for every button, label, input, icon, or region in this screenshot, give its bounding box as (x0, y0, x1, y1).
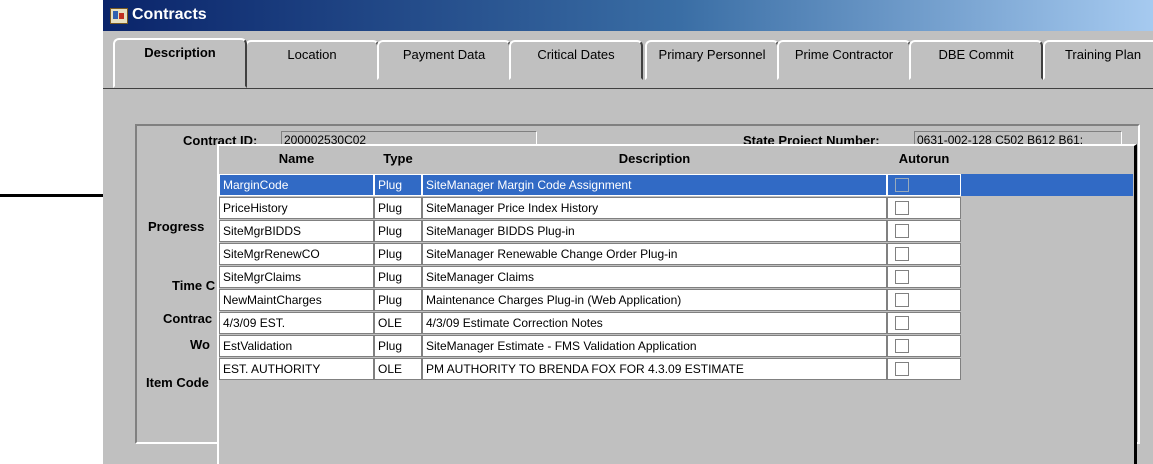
plugin-row[interactable]: SiteMgrBIDDS Plug SiteManager BIDDS Plug-i… (219, 220, 961, 242)
tab-label: Critical Dates (537, 47, 615, 62)
tab-label: DBE Commit (938, 47, 1014, 62)
time-label: Time C (172, 278, 216, 293)
window-title: Contracts (132, 6, 207, 23)
plugin-row[interactable]: SiteMgrRenewCO Plug SiteManager Renewable … (219, 243, 961, 265)
autorun-cell (887, 220, 961, 242)
description-cell[interactable]: SiteManager Margin Code Assignment (422, 174, 887, 196)
tab-divider (103, 88, 1153, 89)
autorun-cell (887, 289, 961, 311)
autorun-checkbox[interactable] (895, 293, 909, 307)
autorun-cell (887, 174, 961, 196)
type-cell[interactable]: OLE (374, 312, 422, 334)
tab-location[interactable]: Location (245, 40, 379, 80)
tab-label: Prime Contractor (794, 47, 894, 62)
progress-label: Progress (148, 219, 205, 234)
tab-prime-contractor[interactable]: Prime Contractor (777, 40, 911, 80)
name-cell[interactable]: EST. AUTHORITY (219, 358, 374, 380)
autorun-cell (887, 243, 961, 265)
description-cell[interactable]: PM AUTHORITY TO BRENDA FOX FOR 4.3.09 ES… (422, 358, 887, 380)
autorun-checkbox[interactable] (895, 224, 909, 238)
description-cell[interactable]: SiteManager Estimate - FMS Validation Ap… (422, 335, 887, 357)
tab-training-plan[interactable]: Training Plan (1043, 40, 1153, 80)
name-cell[interactable]: SiteMgrBIDDS (219, 220, 374, 242)
name-cell[interactable]: SiteMgrRenewCO (219, 243, 374, 265)
autorun-checkbox[interactable] (895, 316, 909, 330)
column-header-description[interactable]: Description (422, 148, 887, 170)
autorun-cell (887, 312, 961, 334)
autorun-checkbox[interactable] (895, 201, 909, 215)
type-cell[interactable]: Plug (374, 220, 422, 242)
autorun-checkbox[interactable] (895, 339, 909, 353)
name-cell[interactable]: EstValidation (219, 335, 374, 357)
description-cell[interactable]: Maintenance Charges Plug-in (Web Applica… (422, 289, 887, 311)
autorun-checkbox[interactable] (895, 362, 909, 376)
name-cell[interactable]: PriceHistory (219, 197, 374, 219)
type-cell[interactable]: OLE (374, 358, 422, 380)
name-cell[interactable]: SiteMgrClaims (219, 266, 374, 288)
autorun-cell (887, 358, 961, 380)
name-cell[interactable]: NewMaintCharges (219, 289, 374, 311)
type-cell[interactable]: Plug (374, 197, 422, 219)
type-cell[interactable]: Plug (374, 289, 422, 311)
selection-highlight (961, 174, 1133, 196)
autorun-cell (887, 335, 961, 357)
tab-primary-personnel[interactable]: Primary Personnel (645, 40, 779, 80)
plugin-row[interactable]: EST. AUTHORITY OLE PM AUTHORITY TO BRENDA … (219, 358, 961, 380)
description-cell[interactable]: SiteManager Renewable Change Order Plug-… (422, 243, 887, 265)
type-cell[interactable]: Plug (374, 335, 422, 357)
contracts-app-icon (110, 8, 128, 24)
description-cell[interactable]: SiteManager Claims (422, 266, 887, 288)
tab-dbe-commit[interactable]: DBE Commit (909, 40, 1043, 80)
description-cell[interactable]: SiteManager Price Index History (422, 197, 887, 219)
tab-payment-data[interactable]: Payment Data (377, 40, 511, 80)
column-header-name[interactable]: Name (219, 148, 374, 170)
description-cell[interactable]: SiteManager BIDDS Plug-in (422, 220, 887, 242)
type-cell[interactable]: Plug (374, 174, 422, 196)
column-header-autorun[interactable]: Autorun (887, 148, 961, 170)
tab-strip: Description Location Payment Data Critic… (103, 31, 1153, 88)
autorun-cell (887, 266, 961, 288)
tab-label: Payment Data (402, 47, 486, 62)
autorun-checkbox[interactable] (895, 270, 909, 284)
plugin-row[interactable]: MarginCode Plug SiteManager Margin Code As… (219, 174, 961, 196)
name-cell[interactable]: 4/3/09 EST. (219, 312, 374, 334)
plugin-row[interactable]: PriceHistory Plug SiteManager Price Index … (219, 197, 961, 219)
tab-label: Primary Personnel (658, 47, 766, 62)
tab-label: Location (287, 47, 337, 62)
autorun-checkbox[interactable] (895, 178, 909, 192)
tab-critical-dates[interactable]: Critical Dates (509, 40, 643, 80)
autorun-cell (887, 197, 961, 219)
tab-description[interactable]: Description (113, 38, 247, 88)
plugin-row[interactable]: EstValidation Plug SiteManager Estimate - … (219, 335, 961, 357)
plugin-row[interactable]: SiteMgrClaims Plug SiteManager Claims (219, 266, 961, 288)
plugin-row[interactable]: 4/3/09 EST. OLE 4/3/09 Estimate Correction… (219, 312, 961, 334)
plugin-row[interactable]: NewMaintCharges Plug Maintenance Charges P… (219, 289, 961, 311)
description-cell[interactable]: 4/3/09 Estimate Correction Notes (422, 312, 887, 334)
type-cell[interactable]: Plug (374, 243, 422, 265)
work-label: Wo (190, 337, 210, 352)
item-code-label: Item Code (146, 375, 209, 390)
type-cell[interactable]: Plug (374, 266, 422, 288)
tab-label: Description (144, 45, 216, 60)
contract-label: Contrac (163, 311, 213, 326)
name-cell[interactable]: MarginCode (219, 174, 374, 196)
tab-label: Training Plan (1064, 47, 1142, 62)
column-header-type[interactable]: Type (374, 148, 422, 170)
title-bar[interactable]: Contracts (103, 0, 1153, 31)
autorun-checkbox[interactable] (895, 247, 909, 261)
